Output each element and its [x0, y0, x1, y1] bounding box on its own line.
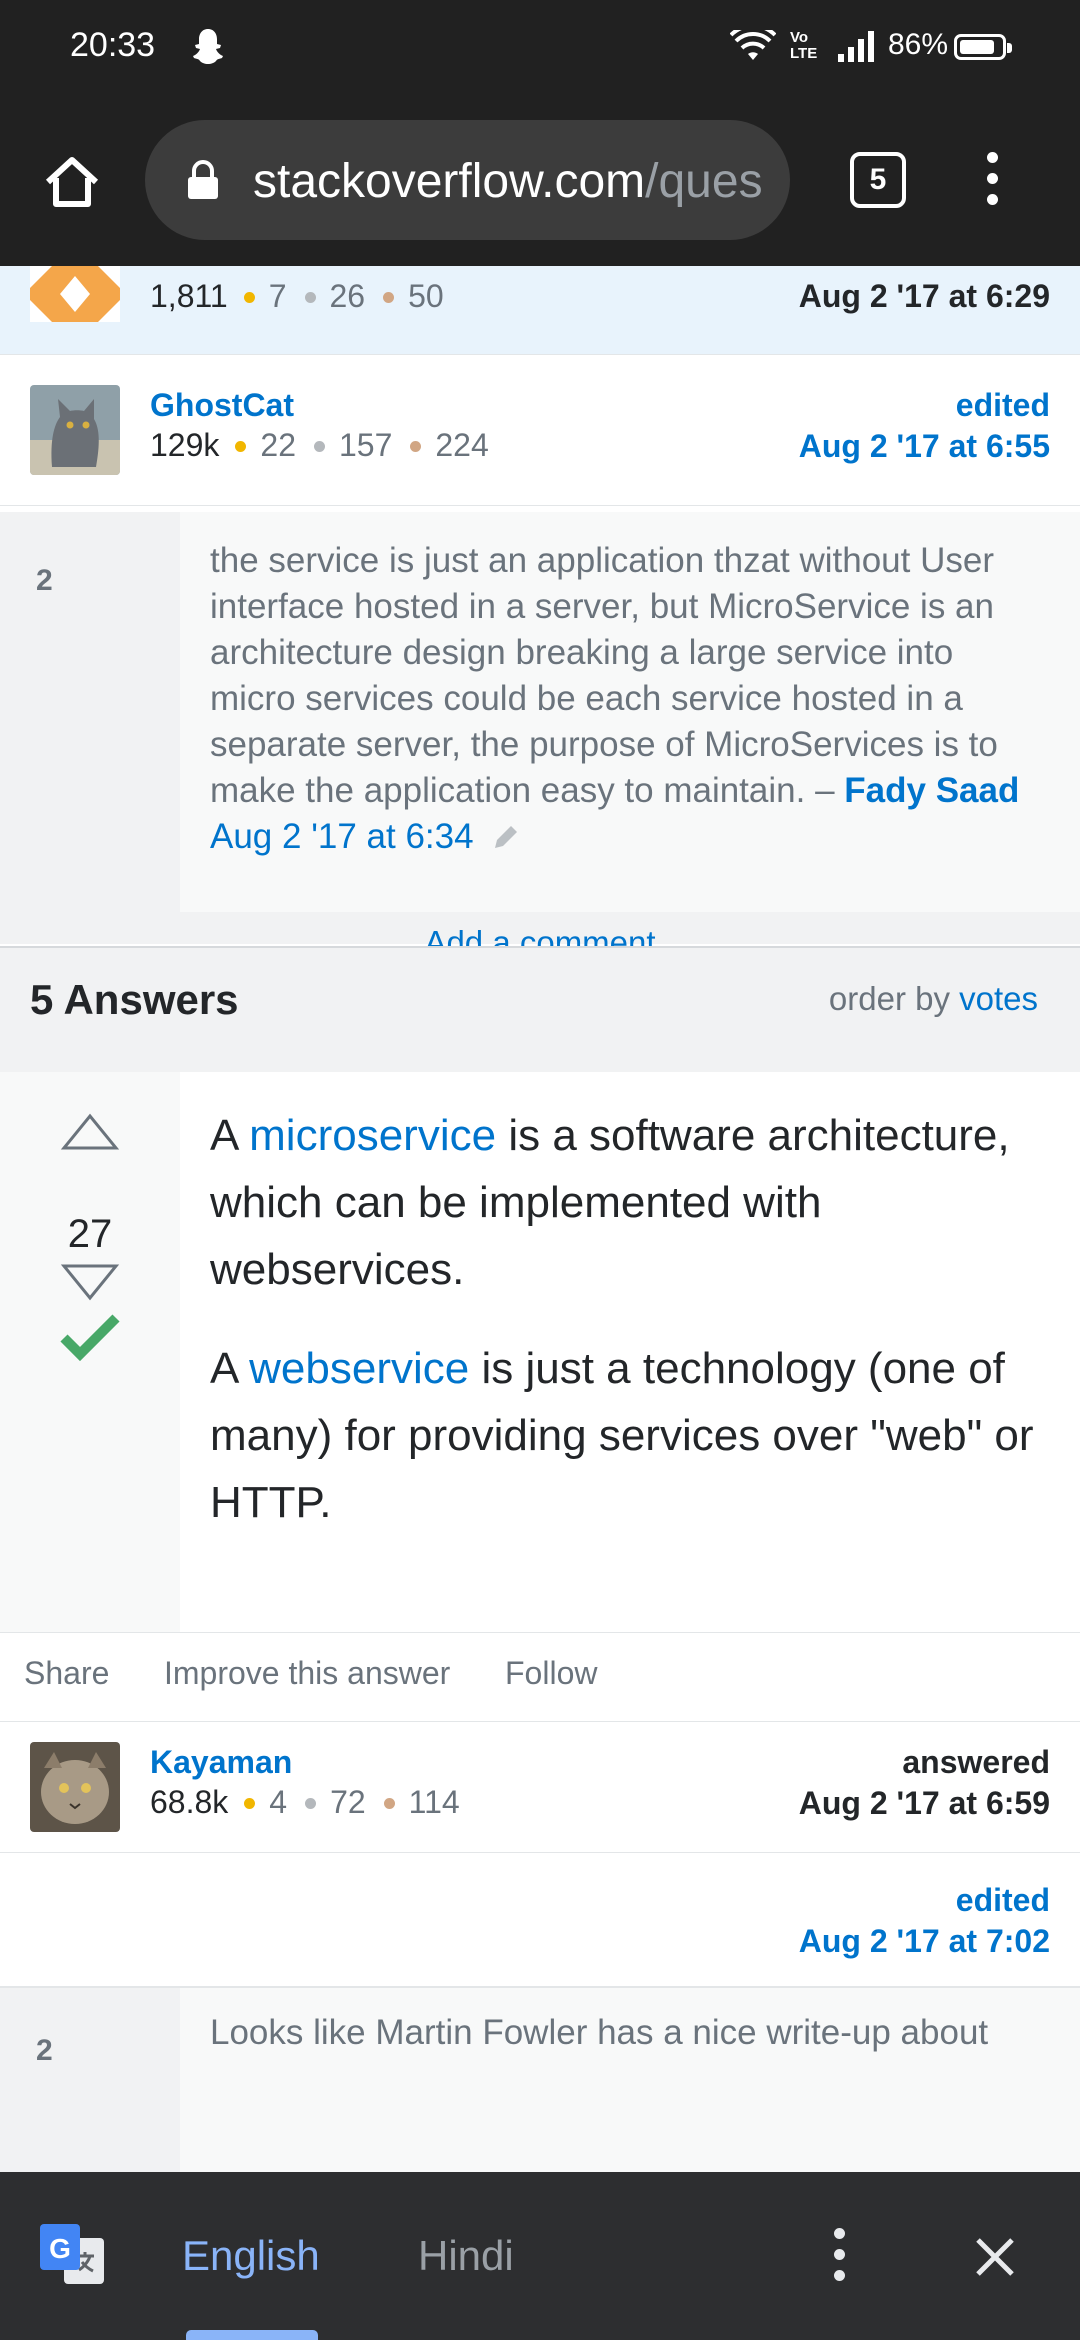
- gold-badges: 22: [260, 427, 296, 463]
- signal-icon: [838, 31, 874, 62]
- comment-date[interactable]: Aug 2 '17 at 6:34: [210, 817, 474, 856]
- status-bar: 20:33 Vo LTE 86%: [0, 0, 1080, 96]
- comment: Looks like Martin Fowler has a nice writ…: [180, 1988, 1080, 2172]
- silver-badges: 26: [329, 278, 366, 314]
- volte-bottom: LTE: [790, 45, 818, 62]
- edited-label[interactable]: edited: [799, 387, 1050, 424]
- url-path: /ques: [645, 155, 763, 208]
- selected-tab-indicator: [186, 2330, 318, 2340]
- editor-username[interactable]: GhostCat: [150, 387, 294, 424]
- browser-menu-icon[interactable]: [985, 152, 1001, 212]
- wifi-icon: [730, 30, 776, 60]
- reputation-score: 129k: [150, 427, 220, 463]
- translate-menu-icon[interactable]: [832, 2228, 848, 2288]
- improve-answer-link[interactable]: Improve this answer: [164, 1655, 450, 1692]
- bronze-badges: 50: [408, 278, 444, 314]
- answerer-reputation: 68.8k 4 72 114: [150, 1784, 460, 1821]
- asker-reputation: 1,811 7 26 50: [150, 278, 444, 315]
- follow-link[interactable]: Follow: [505, 1655, 597, 1692]
- asked-date: Aug 2 '17 at 6:29: [798, 278, 1050, 314]
- answer: 27 A microservice is a software architec…: [0, 1072, 1080, 1632]
- gold-badges: 7: [268, 278, 287, 314]
- edited-label[interactable]: edited: [799, 1882, 1050, 1919]
- answer-comments: 2 Looks like Martin Fowler has a nice wr…: [0, 1986, 1080, 2172]
- answers-header: 5 Answers order by votes: [0, 946, 1080, 1074]
- url-host: stackoverflow.com: [253, 155, 646, 208]
- source-language-tab[interactable]: English: [182, 2232, 320, 2280]
- battery-icon: [954, 34, 1012, 60]
- volte-indicator: Vo LTE: [790, 30, 817, 62]
- question-editor-card: GhostCat 129k 22 157 224 edited Aug 2 '17 a…: [0, 354, 1080, 506]
- comment-dash: –: [815, 771, 835, 810]
- answered-date: Aug 2 '17 at 6:59: [798, 1785, 1050, 1821]
- volte-top: Vo: [790, 29, 809, 46]
- close-icon[interactable]: [970, 2232, 1020, 2282]
- target-language-tab[interactable]: Hindi: [418, 2232, 514, 2280]
- answers-count-title: 5 Answers: [30, 976, 239, 1023]
- status-time: 20:33: [70, 26, 156, 64]
- pencil-icon[interactable]: [489, 820, 523, 854]
- answered-label: answered: [902, 1744, 1050, 1780]
- translate-bar: G English Hindi: [0, 2172, 1080, 2340]
- page-content: 1,811 7 26 50 Aug 2 '17 at 6:29 GhostCat 12…: [0, 266, 1080, 2172]
- answer-text-span: A: [210, 1344, 237, 1393]
- url-bar[interactable]: stackoverflow.com/ques: [145, 120, 790, 240]
- edited-date[interactable]: Aug 2 '17 at 7:02: [799, 1923, 1050, 1960]
- answer-text: A microservice is a software architectur…: [210, 1102, 1050, 1568]
- order-by-label: order by: [828, 980, 950, 1017]
- editor-reputation: 129k 22 157 224: [150, 427, 489, 464]
- asker-card: 1,811 7 26 50 Aug 2 '17 at 6:29: [0, 266, 1080, 354]
- google-translate-icon[interactable]: G: [38, 2220, 108, 2290]
- upvote-icon[interactable]: [60, 1112, 120, 1152]
- answer-text-span: A: [210, 1111, 237, 1160]
- tab-switcher-button[interactable]: 5: [850, 152, 906, 208]
- reputation-score: 1,811: [150, 278, 228, 314]
- comment-copy: the service is just an application thzat…: [210, 541, 998, 810]
- answerer-username[interactable]: Kayaman: [150, 1744, 292, 1781]
- bronze-badges: 114: [408, 1784, 460, 1820]
- svg-text:G: G: [49, 2233, 71, 2264]
- question-comments: 2 the service is just an application thz…: [0, 512, 1080, 961]
- share-link[interactable]: Share: [24, 1655, 109, 1692]
- webservice-link[interactable]: webservice: [249, 1344, 469, 1393]
- sort-control[interactable]: order by votes: [829, 980, 1038, 1018]
- accepted-checkmark-icon: [60, 1314, 120, 1362]
- comment-text: the service is just an application thzat…: [210, 538, 1030, 860]
- answerer-card: Kayaman 68.8k 4 72 114 answered Aug 2 '17 a…: [0, 1722, 1080, 1853]
- comment-author[interactable]: Fady Saad: [844, 771, 1019, 810]
- edited-date[interactable]: Aug 2 '17 at 6:55: [799, 428, 1050, 465]
- edit-info[interactable]: edited Aug 2 '17 at 6:55: [799, 387, 1050, 465]
- answer-edit-card: edited Aug 2 '17 at 7:02: [0, 1854, 1080, 1984]
- battery-percent: 86%: [888, 28, 949, 61]
- answer-score: 27: [67, 1212, 113, 1256]
- reputation-score: 68.8k: [150, 1784, 229, 1820]
- comment-text: Looks like Martin Fowler has a nice writ…: [210, 2013, 989, 2052]
- silver-badges: 157: [338, 427, 393, 463]
- comment: the service is just an application thzat…: [180, 512, 1080, 912]
- home-icon[interactable]: [40, 150, 104, 214]
- kayaman-avatar[interactable]: [30, 1742, 120, 1832]
- microservice-link[interactable]: microservice: [249, 1111, 496, 1160]
- answer-paragraph: A webservice is just a technology (one o…: [210, 1335, 1050, 1536]
- answer-edit-info[interactable]: edited Aug 2 '17 at 7:02: [799, 1882, 1050, 1960]
- downvote-icon[interactable]: [60, 1262, 120, 1302]
- url-text: stackoverflow.com/ques: [253, 154, 763, 209]
- identicon-avatar[interactable]: [30, 266, 120, 322]
- ghostcat-avatar[interactable]: [30, 385, 120, 475]
- order-by-value[interactable]: votes: [959, 980, 1038, 1017]
- comment-score: 2: [36, 564, 53, 597]
- answered-info: answered Aug 2 '17 at 6:59: [799, 1744, 1050, 1822]
- comment-score: 2: [36, 2034, 53, 2067]
- gold-badges: 4: [269, 1784, 288, 1820]
- silver-badges: 72: [330, 1784, 366, 1820]
- lock-icon: [188, 160, 218, 199]
- answer-paragraph: A microservice is a software architectur…: [210, 1102, 1050, 1303]
- answer-body: A microservice is a software architectur…: [180, 1072, 1080, 1632]
- answer-actions: Share Improve this answer Follow: [0, 1632, 1080, 1722]
- snapchat-icon: [193, 29, 223, 64]
- bronze-badges: 224: [435, 427, 489, 463]
